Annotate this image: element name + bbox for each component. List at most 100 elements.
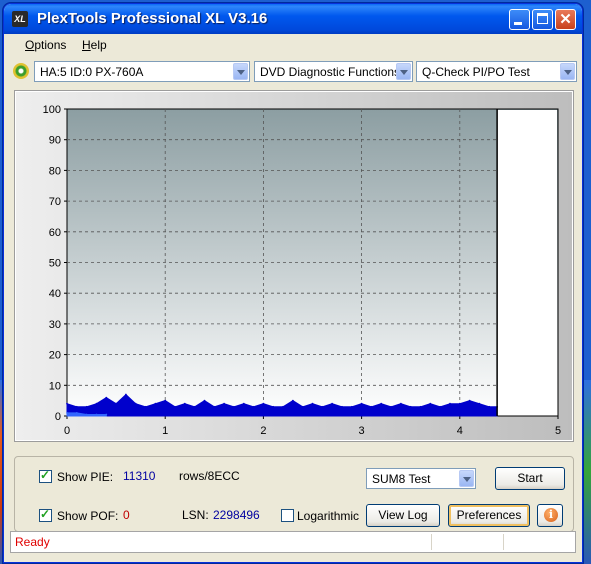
rows-unit-label: rows/8ECC	[179, 469, 240, 483]
pie-data-point	[85, 405, 88, 408]
pie-data-point	[282, 405, 284, 408]
minimize-button[interactable]	[509, 9, 530, 30]
y-tick-label: 60	[49, 227, 61, 239]
show-pof-checkbox[interactable]	[39, 507, 52, 522]
pie-data-point	[203, 399, 206, 402]
minimize-icon	[514, 22, 522, 25]
drive-select[interactable]: HA:5 ID:0 PX-760A	[34, 61, 250, 82]
app-window: XL PlexTools Professional XL V3.16 ✕ Opt…	[3, 3, 583, 563]
chevron-down-icon[interactable]	[233, 63, 248, 80]
preferences-button-label: Preferences	[456, 508, 522, 522]
pof-value: 0	[123, 508, 130, 522]
pie-data-point	[115, 402, 117, 405]
menu-options-label: ptions	[34, 38, 67, 52]
x-tick-label: 4	[457, 425, 463, 437]
pie-data-point	[409, 405, 412, 408]
pie-data-point	[292, 399, 294, 402]
show-pof-label: Show POF:	[57, 509, 119, 523]
menu-help[interactable]: Help	[82, 38, 107, 52]
chart-panel: 0 10 20 30 40 50 60 70 80 90 100 0 1 2 3 4 5	[14, 90, 574, 442]
preferences-button[interactable]: Preferences	[448, 504, 530, 527]
function-select[interactable]: DVD Diagnostic Functions	[254, 61, 413, 82]
pie-data-point	[242, 402, 245, 405]
drive-select-value: HA:5 ID:0 PX-760A	[40, 65, 144, 79]
chevron-down-icon[interactable]	[560, 63, 575, 80]
show-pie-checkbox[interactable]	[39, 468, 52, 483]
disc-drive-icon	[13, 63, 29, 79]
options-group: Show PIE: 11310 rows/8ECC Show POF: 0 LS…	[14, 456, 574, 532]
status-text: Ready	[15, 535, 50, 549]
y-tick-label: 0	[55, 411, 61, 423]
sum-test-select[interactable]: SUM8 Test	[366, 468, 476, 489]
info-button[interactable]: i	[537, 504, 563, 527]
pie-data-point	[311, 402, 314, 405]
y-tick-label: 70	[49, 196, 61, 208]
pie-data-point	[164, 399, 167, 402]
view-log-button[interactable]: View Log	[366, 504, 440, 527]
pie-data-point	[95, 402, 98, 405]
test-type-select[interactable]: Q-Check PI/PO Test	[416, 61, 577, 82]
pie-data-point	[390, 405, 392, 408]
pie-data-point	[380, 402, 383, 405]
pie-data-point	[174, 405, 176, 408]
menu-options-accel: O	[25, 38, 35, 52]
pie-data-point	[223, 402, 226, 405]
pie-data-point	[233, 405, 235, 408]
pof-data-point	[75, 412, 78, 414]
y-tick-label: 40	[49, 288, 61, 300]
pof-data-point	[85, 413, 88, 416]
pie-data-point	[66, 402, 68, 405]
title-bar[interactable]: XL PlexTools Professional XL V3.16 ✕	[4, 4, 582, 34]
y-tick-label: 90	[49, 135, 61, 147]
pie-data-point	[468, 399, 471, 402]
maximize-button[interactable]	[532, 9, 553, 30]
y-tick-label: 10	[49, 380, 61, 392]
pof-data-point	[95, 413, 98, 416]
unscanned-region	[497, 110, 557, 415]
pie-data-point	[458, 402, 461, 405]
pie-data-point	[301, 405, 304, 408]
x-tick-label: 1	[162, 425, 168, 437]
pie-data-point	[213, 405, 216, 408]
y-tick-label: 80	[49, 165, 61, 177]
menu-bar: Options Help	[4, 35, 582, 55]
menu-help-accel: H	[82, 38, 91, 52]
pie-data-point	[154, 402, 157, 405]
menu-options[interactable]: Options	[25, 38, 66, 52]
pie-data-point	[478, 402, 481, 405]
close-icon: ✕	[559, 11, 572, 28]
y-tick-label: 50	[49, 258, 61, 270]
logarithmic-label: Logarithmic	[297, 509, 360, 523]
pie-data-point	[272, 405, 275, 408]
pie-data-point	[419, 405, 422, 408]
pie-data-point	[449, 402, 451, 405]
pie-data-point	[134, 402, 137, 405]
x-tick-label: 3	[359, 425, 365, 437]
chevron-down-icon[interactable]	[396, 63, 411, 80]
maximize-icon	[537, 13, 548, 24]
view-log-button-label: View Log	[378, 508, 428, 522]
sum-test-select-value: SUM8 Test	[372, 472, 431, 486]
pie-data-point	[429, 402, 432, 405]
y-tick-label: 30	[49, 319, 61, 331]
chevron-down-icon[interactable]	[459, 470, 474, 487]
pie-data-point	[144, 405, 147, 408]
pie-data-point	[321, 405, 324, 408]
app-logo-icon: XL	[12, 11, 28, 27]
function-select-value: DVD Diagnostic Functions	[260, 65, 401, 79]
x-tick-label: 2	[260, 425, 266, 437]
start-button[interactable]: Start	[495, 467, 565, 490]
pie-data-point	[350, 405, 353, 408]
pie-data-point	[262, 402, 265, 405]
pie-data-point	[331, 402, 333, 405]
pie-data-point	[105, 396, 108, 399]
close-button[interactable]: ✕	[555, 9, 576, 30]
x-tick-label: 0	[64, 425, 70, 437]
logarithmic-checkbox[interactable]	[281, 509, 294, 522]
status-bar: Ready	[10, 531, 576, 553]
pie-data-point	[75, 405, 78, 408]
pof-data-point	[105, 413, 108, 416]
test-type-select-value: Q-Check PI/PO Test	[422, 65, 530, 79]
x-tick-label: 5	[555, 425, 561, 437]
menu-help-label: elp	[90, 38, 107, 52]
